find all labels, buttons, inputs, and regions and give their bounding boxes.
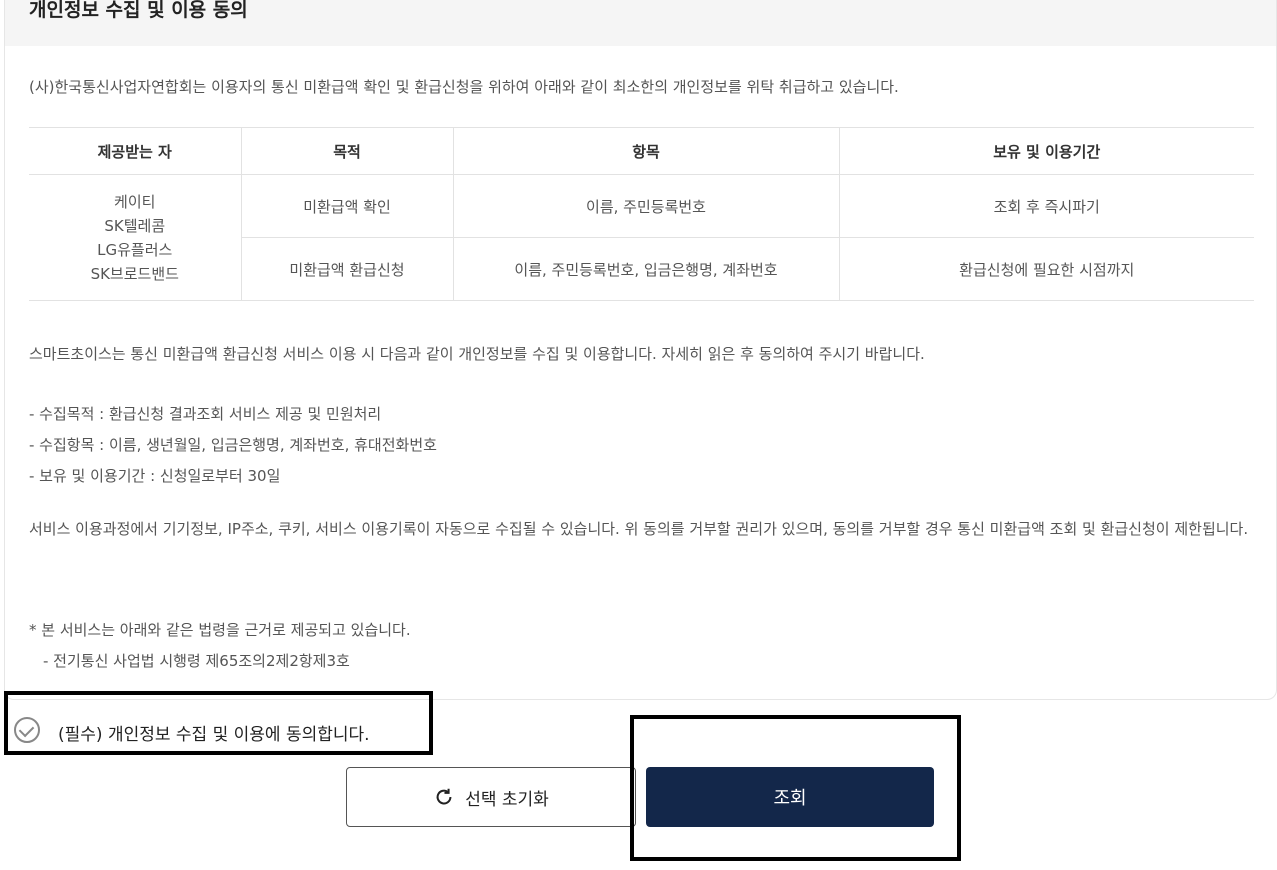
intro-text: (사)한국통신사업자연합회는 이용자의 통신 미환급액 확인 및 환급신청을 위… (29, 78, 899, 96)
consent-table: 제공받는 자 목적 항목 보유 및 이용기간 케이티 SK텔레콤 LG유플러스 … (29, 127, 1254, 301)
bullet-period: - 보유 및 이용기간 : 신청일로부터 30일 (29, 467, 281, 485)
purpose-cell: 미환급액 환급신청 (240, 237, 453, 301)
provider-skt: SK텔레콤 (104, 216, 166, 235)
search-button-label: 조회 (773, 788, 807, 809)
reset-button-label: 선택 초기화 (465, 789, 549, 810)
consent-card: 개인정보 수집 및 이용 동의 (사)한국통신사업자연합회는 이용자의 통신 미… (4, 0, 1277, 700)
law-item: - 전기통신 사업법 시행령 제65조의2제2항제3호 (43, 652, 350, 670)
bullet-purpose: - 수집목적 : 환급신청 결과조회 서비스 제공 및 민원처리 (29, 405, 382, 423)
agree-label[interactable]: (필수) 개인정보 수집 및 이용에 동의합니다. (58, 720, 370, 745)
period-cell: 환급신청에 필요한 시점까지 (838, 237, 1254, 301)
provider-kt: 케이티 (114, 192, 156, 211)
reset-button[interactable]: 선택 초기화 (346, 767, 636, 827)
items-cell: 이름, 주민등록번호, 입금은행명, 계좌번호 (452, 237, 839, 301)
search-button[interactable]: 조회 (646, 767, 934, 827)
header-period: 보유 및 이용기간 (838, 127, 1254, 175)
period-cell: 조회 후 즉시파기 (838, 174, 1254, 238)
providers-cell: 케이티 SK텔레콤 LG유플러스 SK브로드밴드 (29, 174, 241, 301)
rights-text: 서비스 이용과정에서 기기정보, IP주소, 쿠키, 서비스 이용기록이 자동으… (29, 520, 1249, 538)
notice-text: 스마트초이스는 통신 미환급액 환급신청 서비스 이용 시 다음과 같이 개인정… (29, 345, 925, 363)
table-row: 케이티 SK텔레콤 LG유플러스 SK브로드밴드 미환급액 확인 이름, 주민등… (29, 174, 1254, 301)
table-header-row: 제공받는 자 목적 항목 보유 및 이용기간 (29, 127, 1254, 175)
agree-checkbox-row[interactable]: (필수) 개인정보 수집 및 이용에 동의합니다. (4, 691, 433, 755)
section-title: 개인정보 수집 및 이용 동의 (29, 0, 248, 21)
bullet-items: - 수집항목 : 이름, 생년월일, 입금은행명, 계좌번호, 휴대전화번호 (29, 436, 437, 454)
header-recipient: 제공받는 자 (29, 127, 241, 175)
refresh-icon (436, 788, 452, 805)
purpose-cell: 미환급액 확인 (240, 174, 453, 238)
provider-skb: SK브로드밴드 (90, 264, 179, 283)
check-circle-icon[interactable] (14, 717, 40, 743)
header-items: 항목 (452, 127, 839, 175)
law-note: * 본 서비스는 아래와 같은 법령을 근거로 제공되고 있습니다. (29, 621, 411, 639)
card-header: 개인정보 수집 및 이용 동의 (5, 0, 1276, 46)
items-cell: 이름, 주민등록번호 (452, 174, 839, 238)
header-purpose: 목적 (240, 127, 453, 175)
provider-lgu: LG유플러스 (97, 240, 173, 259)
